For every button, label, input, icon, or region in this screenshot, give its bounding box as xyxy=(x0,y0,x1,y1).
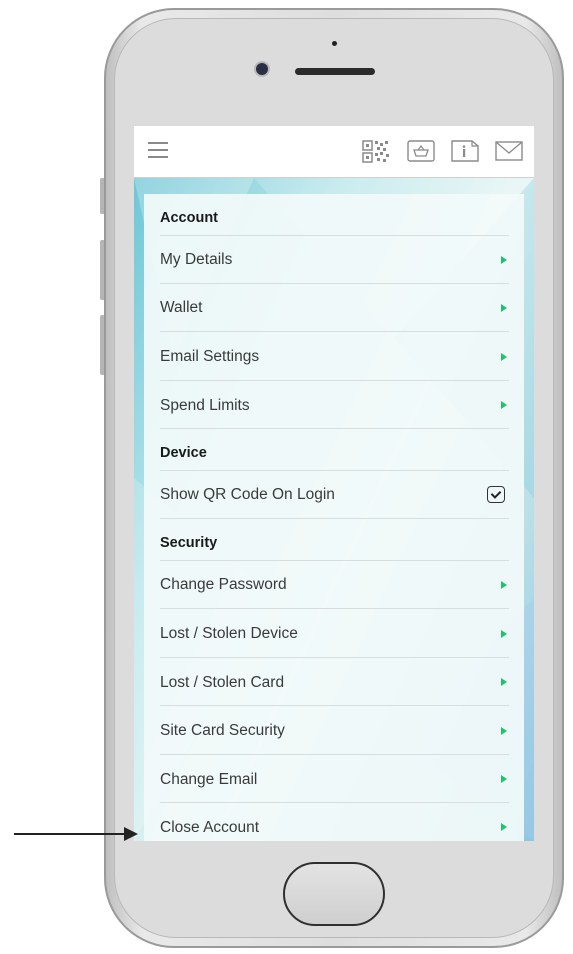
menu-item-lost-stolen-card[interactable]: Lost / Stolen Card xyxy=(160,658,509,706)
menu-item-my-details[interactable]: My Details xyxy=(160,236,509,284)
chevron-right-icon xyxy=(501,823,507,831)
menu-item-label: Email Settings xyxy=(160,348,260,365)
menu-item-label: Change Password xyxy=(160,576,287,593)
chevron-right-icon xyxy=(501,678,507,686)
menu-item-lost-stolen-device[interactable]: Lost / Stolen Device xyxy=(160,609,509,658)
mail-icon[interactable] xyxy=(494,138,524,164)
top-toolbar xyxy=(134,126,534,178)
app-screen: Account My Details Wallet Email Settings… xyxy=(134,126,534,841)
menu-item-label: Show QR Code On Login xyxy=(160,486,335,503)
earpiece-speaker xyxy=(295,68,375,75)
chevron-right-icon xyxy=(501,775,507,783)
section-title: Account xyxy=(160,210,218,226)
menu-item-label: Spend Limits xyxy=(160,397,250,414)
chevron-right-icon xyxy=(501,581,507,589)
checkbox-checked[interactable] xyxy=(487,486,505,503)
hamburger-menu-icon[interactable] xyxy=(148,142,168,158)
annotation-arrow-line xyxy=(14,833,126,835)
basket-icon[interactable] xyxy=(406,138,436,164)
chevron-right-icon xyxy=(501,304,507,312)
menu-item-show-qr-code-on-login[interactable]: Show QR Code On Login xyxy=(160,471,509,519)
menu-item-close-account[interactable]: Close Account xyxy=(160,803,509,841)
section-title: Device xyxy=(160,445,207,461)
home-button[interactable] xyxy=(283,862,385,926)
menu-item-label: My Details xyxy=(160,251,233,268)
front-camera xyxy=(256,63,268,75)
proximity-sensor xyxy=(332,41,337,46)
section-header-account: Account xyxy=(160,194,509,236)
settings-menu: Account My Details Wallet Email Settings… xyxy=(144,194,524,841)
chevron-right-icon xyxy=(501,256,507,264)
menu-item-spend-limits[interactable]: Spend Limits xyxy=(160,381,509,429)
menu-item-change-password[interactable]: Change Password xyxy=(160,561,509,609)
chevron-right-icon xyxy=(501,353,507,361)
menu-item-label: Lost / Stolen Device xyxy=(160,625,298,642)
section-title: Security xyxy=(160,535,218,551)
menu-item-label: Site Card Security xyxy=(160,722,285,739)
chevron-right-icon xyxy=(501,401,507,409)
info-icon[interactable] xyxy=(450,138,480,164)
menu-item-change-email[interactable]: Change Email xyxy=(160,755,509,803)
menu-item-label: Change Email xyxy=(160,771,258,788)
qr-code-icon[interactable] xyxy=(360,138,394,164)
section-header-security: Security xyxy=(160,519,509,561)
menu-item-email-settings[interactable]: Email Settings xyxy=(160,332,509,381)
menu-item-label: Close Account xyxy=(160,819,260,836)
annotation-arrow-icon xyxy=(124,827,138,841)
chevron-right-icon xyxy=(501,630,507,638)
menu-item-label: Wallet xyxy=(160,299,203,316)
chevron-right-icon xyxy=(501,727,507,735)
menu-item-wallet[interactable]: Wallet xyxy=(160,284,509,332)
section-header-device: Device xyxy=(160,429,509,471)
menu-item-label: Lost / Stolen Card xyxy=(160,674,285,691)
menu-item-site-card-security[interactable]: Site Card Security xyxy=(160,706,509,755)
